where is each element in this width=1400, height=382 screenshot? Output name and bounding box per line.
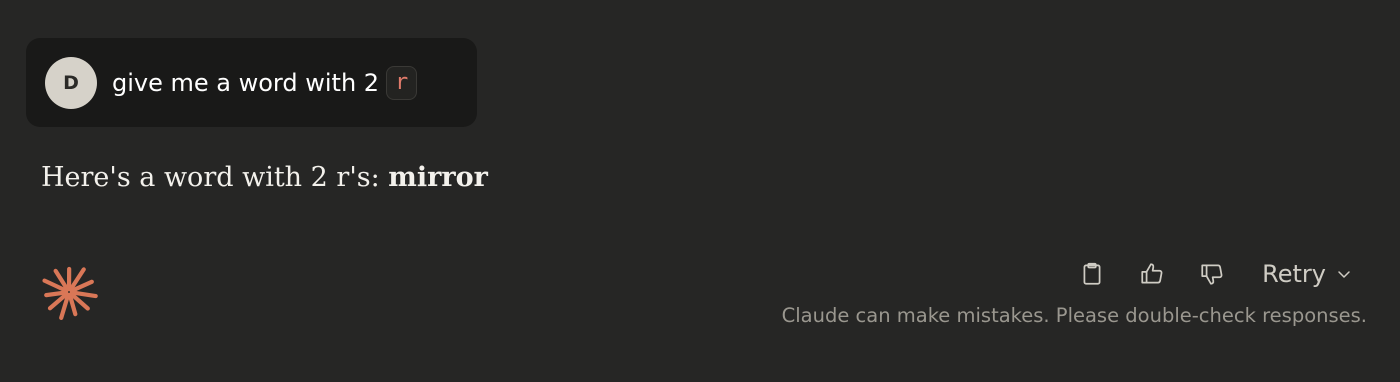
retry-label: Retry (1262, 260, 1326, 288)
assistant-message-bold-word: mirror (388, 162, 488, 193)
clipboard-icon (1083, 262, 1101, 285)
user-avatar[interactable]: D (45, 56, 97, 109)
inline-code: r (386, 65, 418, 100)
disclaimer-text: Claude can make mistakes. Please double-… (781, 304, 1367, 327)
thumbs-up-icon (1141, 263, 1163, 284)
thumbs-down-button[interactable] (1194, 256, 1230, 292)
assistant-message: Here's a word with 2 r's: mirror (41, 162, 488, 193)
claude-sunburst-icon (42, 266, 98, 320)
assistant-message-text: Here's a word with 2 r's: (41, 162, 389, 193)
copy-button[interactable] (1074, 256, 1110, 292)
user-message-text: give me a word with 2 r (112, 65, 418, 100)
retry-button[interactable]: Retry (1262, 260, 1352, 288)
thumbs-up-button[interactable] (1134, 256, 1170, 292)
user-message: D give me a word with 2 r (26, 38, 477, 127)
message-actions: Retry (1074, 256, 1352, 292)
thumbs-down-icon (1201, 264, 1223, 285)
user-message-content: give me a word with 2 (112, 68, 380, 97)
chevron-down-icon (1338, 271, 1350, 278)
